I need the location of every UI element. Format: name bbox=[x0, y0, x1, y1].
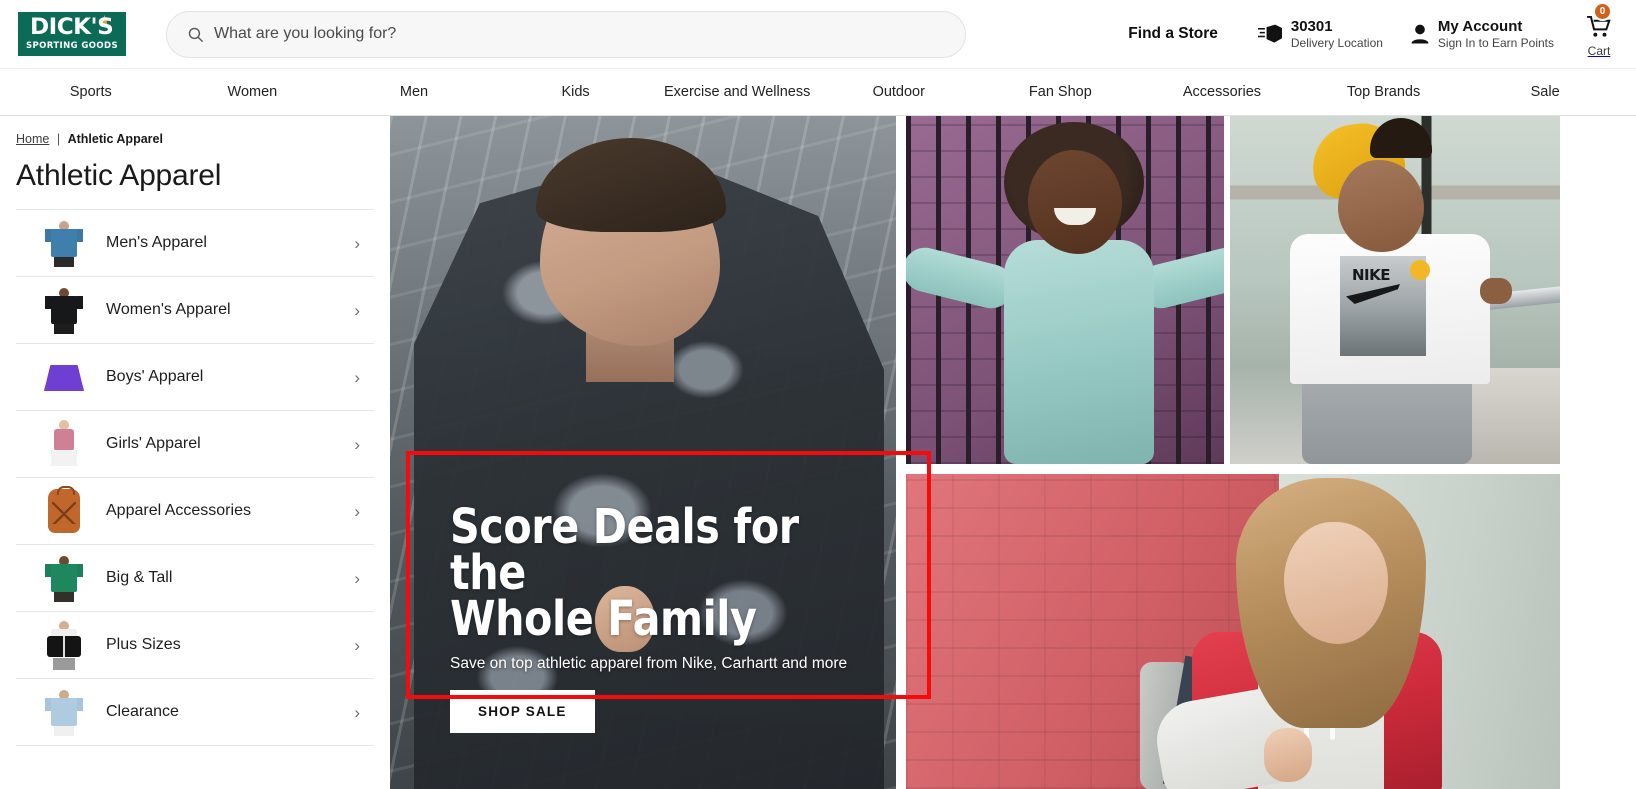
sidebar-item-label: Clearance bbox=[106, 703, 179, 720]
chevron-right-icon: › bbox=[354, 233, 360, 253]
hero-collage: NIKE Score Deals for the Whole Family Sa… bbox=[390, 116, 1636, 789]
sidebar-item-boys-apparel[interactable]: Boys' Apparel › bbox=[16, 344, 374, 411]
green-tshirt-thumb bbox=[38, 550, 90, 606]
nav-item-men[interactable]: Men bbox=[333, 68, 495, 116]
breadcrumb-current: Athletic Apparel bbox=[67, 132, 163, 146]
nav-item-fan-shop[interactable]: Fan Shop bbox=[980, 68, 1142, 116]
hero-image-man-in-camo-hoodie[interactable] bbox=[390, 116, 896, 789]
sidebar-item-big-and-tall[interactable]: Big & Tall › bbox=[16, 545, 374, 612]
chevron-right-icon: › bbox=[354, 300, 360, 320]
header-utility-nav: Find a Store 30301 Delivery Location My … bbox=[1114, 0, 1618, 68]
sidebar-item-plus-sizes[interactable]: Plus Sizes › bbox=[16, 612, 374, 679]
page-body: Home | Athletic Apparel Athletic Apparel… bbox=[0, 116, 1636, 789]
mens-tshirt-thumb bbox=[38, 215, 90, 271]
breadcrumb-home-link[interactable]: Home bbox=[16, 132, 49, 146]
chevron-right-icon: › bbox=[354, 635, 360, 655]
nav-item-sports[interactable]: Sports bbox=[10, 68, 172, 116]
nav-item-women[interactable]: Women bbox=[172, 68, 334, 116]
breadcrumb-separator: | bbox=[56, 132, 61, 146]
sidebar-item-clearance[interactable]: Clearance › bbox=[16, 679, 374, 746]
cart-button[interactable]: 0 Cart bbox=[1586, 2, 1612, 58]
nav-item-top-brands[interactable]: Top Brands bbox=[1303, 68, 1465, 116]
my-account-title: My Account bbox=[1437, 18, 1523, 36]
delivery-location-label: Delivery Location bbox=[1290, 35, 1383, 50]
cart-count-badge: 0 bbox=[1593, 2, 1612, 21]
logo-sub-text: SPORTING GOODS bbox=[26, 41, 118, 52]
hero-image-woman-in-red-vest[interactable] bbox=[906, 474, 1560, 789]
main-navigation: Sports Women Men Kids Exercise and Welln… bbox=[0, 68, 1636, 116]
chevron-right-icon: › bbox=[354, 434, 360, 454]
cart-label: Cart bbox=[1587, 44, 1611, 58]
light-blue-tshirt-thumb bbox=[38, 684, 90, 740]
sidebar-item-apparel-accessories[interactable]: Apparel Accessories › bbox=[16, 478, 374, 545]
delivery-zip: 30301 bbox=[1290, 18, 1333, 36]
sidebar-item-label: Women's Apparel bbox=[106, 301, 231, 318]
nav-item-kids[interactable]: Kids bbox=[495, 68, 657, 116]
purple-bucket-hat-thumb bbox=[38, 349, 90, 405]
nav-item-outdoor[interactable]: Outdoor bbox=[818, 68, 980, 116]
womens-tshirt-thumb bbox=[38, 282, 90, 338]
sidebar-item-label: Plus Sizes bbox=[106, 636, 181, 653]
site-header: DICK'S SPORTING GOODS Find a Store bbox=[0, 0, 1636, 68]
sidebar-item-mens-apparel[interactable]: Men's Apparel › bbox=[16, 210, 374, 277]
sidebar-item-label: Big & Tall bbox=[106, 569, 173, 586]
category-list: Men's Apparel › Women's Apparel › Boys' … bbox=[16, 209, 374, 746]
sidebar-item-label: Boys' Apparel bbox=[106, 368, 204, 385]
girls-tank-skirt-thumb bbox=[38, 416, 90, 472]
chevron-right-icon: › bbox=[354, 702, 360, 722]
chevron-right-icon: › bbox=[354, 568, 360, 588]
search-input[interactable] bbox=[214, 25, 945, 43]
find-a-store-label: Find a Store bbox=[1128, 25, 1218, 42]
sidebar-item-womens-apparel[interactable]: Women's Apparel › bbox=[16, 277, 374, 344]
chevron-right-icon: › bbox=[354, 501, 360, 521]
sidebar-item-girls-apparel[interactable]: Girls' Apparel › bbox=[16, 411, 374, 478]
sidebar-item-label: Men's Apparel bbox=[106, 234, 207, 251]
nav-item-exercise-and-wellness[interactable]: Exercise and Wellness bbox=[656, 68, 818, 116]
search-bar[interactable] bbox=[166, 10, 966, 58]
my-account-button[interactable]: My Account Sign In to Earn Points bbox=[1397, 18, 1568, 50]
sidebar-item-label: Apparel Accessories bbox=[106, 502, 251, 519]
orange-backpack-thumb bbox=[38, 483, 90, 539]
sidebar-item-label: Girls' Apparel bbox=[106, 435, 201, 452]
page-title: Athletic Apparel bbox=[16, 159, 222, 192]
hero-image-boy-in-nike-tee[interactable]: NIKE bbox=[1230, 116, 1560, 464]
find-a-store-link[interactable]: Find a Store bbox=[1114, 25, 1232, 43]
logo-main-text: DICK'S bbox=[30, 15, 114, 41]
sign-in-subtitle: Sign In to Earn Points bbox=[1437, 35, 1554, 50]
black-white-jacket-thumb bbox=[38, 617, 90, 673]
site-logo[interactable]: DICK'S SPORTING GOODS bbox=[18, 12, 126, 56]
nav-item-sale[interactable]: Sale bbox=[1464, 68, 1626, 116]
hero-image-girl-in-teal-top[interactable] bbox=[906, 116, 1224, 464]
chevron-right-icon: › bbox=[354, 367, 360, 387]
breadcrumb: Home | Athletic Apparel bbox=[16, 132, 374, 146]
category-sidebar: Home | Athletic Apparel Athletic Apparel… bbox=[0, 116, 390, 789]
person-icon bbox=[1411, 24, 1429, 44]
shop-sale-button[interactable]: SHOP SALE bbox=[450, 690, 595, 734]
search-icon bbox=[187, 26, 204, 43]
nav-item-accessories[interactable]: Accessories bbox=[1141, 68, 1303, 116]
delivery-location-button[interactable]: 30301 Delivery Location bbox=[1244, 18, 1397, 50]
delivery-box-icon bbox=[1257, 24, 1282, 44]
